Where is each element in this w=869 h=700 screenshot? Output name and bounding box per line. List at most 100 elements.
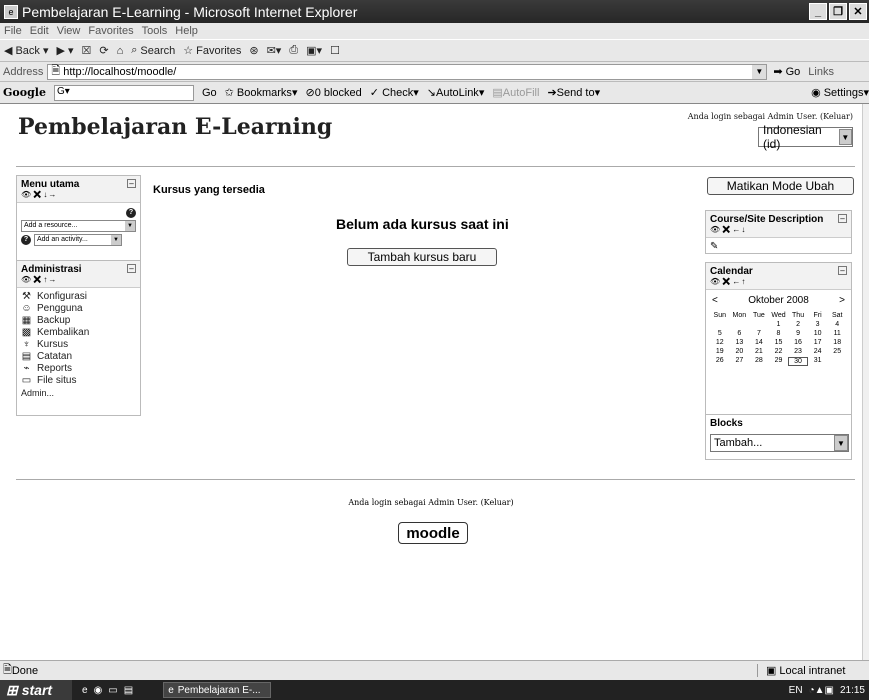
search-button[interactable]: ⌕ Search <box>131 44 175 57</box>
moodle-logo[interactable]: moodle <box>398 522 468 544</box>
admin-item-konfigurasi[interactable]: ⚒ Konfigurasi <box>21 291 136 303</box>
calendar-day[interactable]: 11 <box>827 330 847 337</box>
calendar-day[interactable]: 28 <box>749 357 769 366</box>
mail-button[interactable]: ✉▾ <box>267 44 282 57</box>
menu-view[interactable]: View <box>57 25 81 37</box>
refresh-button[interactable]: ⟳ <box>99 44 108 57</box>
calendar-day[interactable]: 14 <box>749 339 769 346</box>
language-select[interactable]: Indonesian (id) ▼ <box>758 123 853 151</box>
ie-icon[interactable]: e <box>82 685 88 696</box>
settings-button[interactable]: ◉ Settings▾ <box>811 86 869 99</box>
app-icon[interactable]: ▤ <box>124 685 133 696</box>
menu-edit[interactable]: Edit <box>30 25 49 37</box>
add-activity-select[interactable]: Add an activity... ▼ <box>34 233 122 246</box>
add-course-button[interactable]: Tambah kursus baru <box>347 248 497 266</box>
calendar-day[interactable]: 2 <box>788 321 808 328</box>
calendar-day[interactable]: 12 <box>710 339 730 346</box>
spellcheck-button[interactable]: ✓ Check▾ <box>370 86 419 99</box>
calendar-day[interactable]: 23 <box>788 348 808 355</box>
block-controls[interactable]: 👁✖↓→ <box>21 190 136 199</box>
admin-item-backup[interactable]: ▦ Backup <box>21 315 136 327</box>
calendar-prev-button[interactable]: < <box>712 295 718 306</box>
add-block-select[interactable]: Tambah... ▼ <box>710 434 849 452</box>
calendar-day[interactable]: 5 <box>710 330 730 337</box>
collapse-icon[interactable]: – <box>838 214 847 223</box>
block-controls[interactable]: 👁✖←↓ <box>710 225 847 234</box>
favorites-button[interactable]: ☆ Favorites <box>183 44 241 58</box>
help-icon[interactable]: ? <box>21 234 31 245</box>
close-button[interactable]: ✕ <box>849 3 867 20</box>
calendar-next-button[interactable]: > <box>839 295 845 306</box>
admin-more-link[interactable]: Admin... <box>21 387 136 399</box>
vertical-scrollbar[interactable] <box>862 104 869 660</box>
calendar-day[interactable]: 15 <box>769 339 789 346</box>
google-search-input[interactable]: G▾ <box>53 84 194 101</box>
calendar-day[interactable]: 25 <box>827 348 847 355</box>
collapse-icon[interactable]: – <box>127 179 136 188</box>
calendar-day[interactable]: 21 <box>749 348 769 355</box>
block-controls[interactable]: 👁✖↑→ <box>21 275 136 284</box>
calendar-day[interactable]: 26 <box>710 357 730 366</box>
task-button-ie[interactable]: e Pembelajaran E-... <box>163 682 272 698</box>
print-button[interactable]: ⎙ <box>289 44 298 57</box>
discuss-button[interactable]: ☐ <box>330 44 340 57</box>
calendar-day[interactable]: 9 <box>788 330 808 337</box>
admin-item-catatan[interactable]: ▤ Catatan <box>21 351 136 363</box>
calendar-day[interactable]: 18 <box>827 339 847 346</box>
calendar-day[interactable]: 27 <box>730 357 750 366</box>
calendar-day[interactable]: 1 <box>769 321 789 328</box>
admin-item-reports[interactable]: ⌁ Reports <box>21 363 136 375</box>
bookmarks-button[interactable]: ✩ Bookmarks▾ <box>225 86 298 99</box>
menu-favorites[interactable]: Favorites <box>88 25 133 37</box>
menu-tools[interactable]: Tools <box>142 25 168 37</box>
calendar-day[interactable]: 13 <box>730 339 750 346</box>
calendar-day[interactable]: 6 <box>730 330 750 337</box>
edit-mode-button[interactable]: Matikan Mode Ubah <box>707 177 854 195</box>
calendar-day[interactable]: 30 <box>788 357 808 366</box>
admin-item-pengguna[interactable]: ☺ Pengguna <box>21 303 136 315</box>
menu-help[interactable]: Help <box>175 25 198 37</box>
history-button[interactable]: ⊛ <box>249 44 258 57</box>
calendar-day[interactable]: 31 <box>808 357 828 366</box>
google-logo[interactable]: Google <box>3 86 46 99</box>
links-button[interactable]: Links <box>808 66 834 78</box>
chevron-down-icon[interactable]: ▼ <box>752 64 767 79</box>
calendar-day[interactable]: 7 <box>749 330 769 337</box>
calendar-day[interactable]: 22 <box>769 348 789 355</box>
calendar-day[interactable]: 24 <box>808 348 828 355</box>
header-login-info[interactable]: Anda login sebagai Admin User. (Keluar) <box>688 112 853 121</box>
admin-item-kembalikan[interactable]: ▩ Kembalikan <box>21 327 136 339</box>
help-icon[interactable]: ? <box>126 207 136 218</box>
calendar-day[interactable]: 20 <box>730 348 750 355</box>
collapse-icon[interactable]: – <box>127 264 136 273</box>
block-controls[interactable]: 👁✖←↑ <box>710 277 847 286</box>
edit-button[interactable]: ▣▾ <box>306 44 322 57</box>
add-resource-select[interactable]: Add a resource... ▼ <box>21 219 136 232</box>
calendar-day[interactable]: 8 <box>769 330 789 337</box>
start-button[interactable]: ⊞ start <box>0 680 72 700</box>
forward-button[interactable]: ▶ ▾ <box>56 44 73 57</box>
collapse-icon[interactable]: – <box>838 266 847 275</box>
popup-blocked-button[interactable]: ⊘0 blocked <box>305 86 361 99</box>
sendto-button[interactable]: ➔Send to▾ <box>547 86 600 99</box>
language-indicator[interactable]: EN <box>789 685 803 696</box>
menu-file[interactable]: File <box>4 25 22 37</box>
calendar-day[interactable]: 4 <box>827 321 847 328</box>
folder-icon[interactable]: ▭ <box>108 685 117 696</box>
autolink-button[interactable]: ↘AutoLink▾ <box>427 86 485 99</box>
stop-button[interactable]: ☒ <box>81 44 91 57</box>
admin-item-kursus[interactable]: ♆ Kursus <box>21 339 136 351</box>
minimize-button[interactable]: _ <box>809 3 827 20</box>
calendar-day[interactable]: 10 <box>808 330 828 337</box>
tray-icons[interactable]: ◔▲▣ <box>809 685 834 696</box>
go-button[interactable]: ➡ Go <box>773 65 800 79</box>
calendar-day[interactable]: 3 <box>808 321 828 328</box>
admin-item-file-situs[interactable]: ▭ File situs <box>21 375 136 387</box>
calendar-day[interactable]: 19 <box>710 348 730 355</box>
footer-login-info[interactable]: Anda login sebagai Admin User. (Keluar) <box>0 498 862 507</box>
back-button[interactable]: ◀ Back ▾ <box>4 44 48 58</box>
address-input[interactable]: 🗎 http://localhost/moodle/ ▼ <box>47 63 768 80</box>
autofill-button[interactable]: ▤AutoFill <box>492 86 539 99</box>
calendar-day[interactable]: 29 <box>769 357 789 366</box>
google-go-button[interactable]: Go <box>202 87 217 99</box>
